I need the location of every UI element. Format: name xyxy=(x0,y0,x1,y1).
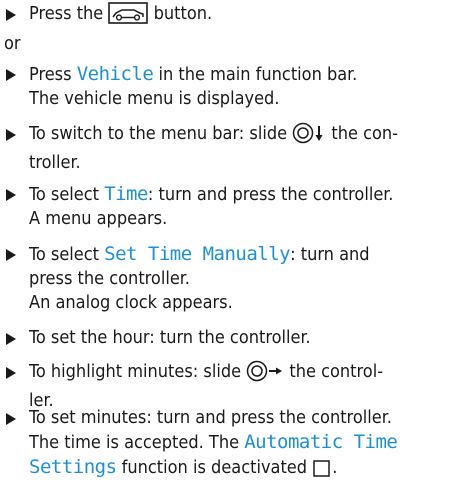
step-text: : turn and press the controller. xyxy=(147,184,394,205)
step-text: troller. xyxy=(29,152,81,173)
step-result-text: The time is accepted. The xyxy=(29,432,240,453)
step-text: To highlight minutes: slide xyxy=(29,361,242,382)
bullet-triangle-icon xyxy=(6,249,16,261)
bullet-triangle-icon xyxy=(6,9,16,21)
step-result-text: function is deactivated xyxy=(121,457,308,478)
step-text: button. xyxy=(153,3,213,24)
step-text: To switch to the menu bar: slide xyxy=(29,123,288,144)
vehicle-keyword: Vehicle xyxy=(76,63,154,85)
bullet-triangle-icon xyxy=(6,367,16,379)
step-switch-menu-bar: To switch to the menu bar: slide the con… xyxy=(4,122,460,175)
step-select-set-time-manually: To select Set Time Manually: turn and pr… xyxy=(4,242,460,315)
bullet-triangle-icon xyxy=(6,189,16,201)
or-separator: or xyxy=(4,33,21,54)
step-set-hour: To set the hour: turn the controller. xyxy=(4,326,460,350)
checkbox-unchecked-icon xyxy=(312,458,332,485)
step-result-text: The vehicle menu is displayed. xyxy=(29,88,280,109)
step-press-vehicle-menu: Press Vehicle in the main function bar. … xyxy=(4,62,460,111)
settings-keyword: Settings xyxy=(29,456,117,478)
step-text: : turn and xyxy=(290,244,370,265)
vehicle-button-icon xyxy=(108,2,149,31)
step-text: To select xyxy=(29,244,99,265)
step-result-text: An analog clock appears. xyxy=(29,292,233,313)
sentence-period: . xyxy=(332,457,338,478)
step-press-vehicle-button: Press the button. xyxy=(4,2,460,31)
bullet-triangle-icon xyxy=(6,69,16,81)
step-text: To set the hour: turn the controller. xyxy=(29,327,311,348)
step-text: Press the xyxy=(29,3,104,24)
instruction-page: Press the button. or Press Vehicle in th… xyxy=(0,0,462,480)
controller-slide-down-icon xyxy=(292,122,326,151)
step-text: To select xyxy=(29,184,99,205)
step-text: the control- xyxy=(289,361,384,382)
bullet-triangle-icon xyxy=(6,333,16,345)
step-select-time: To select Time: turn and press the contr… xyxy=(4,182,460,231)
time-keyword: Time xyxy=(104,183,148,205)
step-result-text: A menu appears. xyxy=(29,208,168,229)
step-text: To set minutes: turn and press the contr… xyxy=(29,407,392,428)
automatic-time-keyword: Automatic Time xyxy=(244,431,398,453)
step-text: press the controller. xyxy=(29,268,190,289)
step-set-minutes: To set minutes: turn and press the contr… xyxy=(4,406,460,485)
step-text: the con- xyxy=(331,123,399,144)
bullet-triangle-icon xyxy=(6,129,16,141)
set-time-manually-keyword: Set Time Manually xyxy=(104,243,291,265)
bullet-triangle-icon xyxy=(6,413,16,425)
step-text: Press xyxy=(29,64,72,85)
controller-slide-right-icon xyxy=(246,360,284,389)
step-text: in the main function bar. xyxy=(158,64,358,85)
